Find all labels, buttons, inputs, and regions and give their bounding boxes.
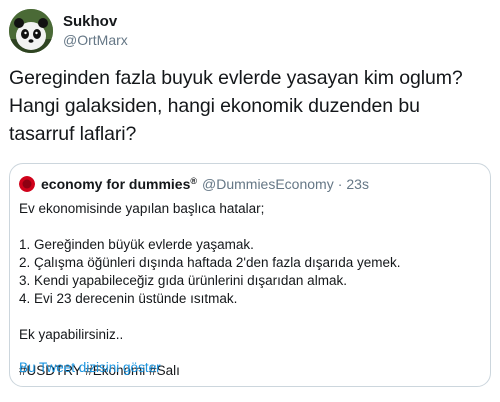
author-handle[interactable]: @OrtMarx [63, 32, 128, 48]
quoted-tweet-header: economy for dummies® @DummiesEconomy · 2… [19, 174, 369, 194]
quoted-author-name: economy for dummies® [41, 176, 197, 192]
quoted-author-name-text: economy for dummies [41, 176, 191, 192]
registered-mark: ® [190, 176, 198, 186]
quoted-tweet[interactable]: economy for dummies® @DummiesEconomy · 2… [9, 163, 491, 387]
quoted-author-handle: @DummiesEconomy [202, 176, 334, 192]
show-thread-link[interactable]: Bu Tweet dizisini göster [19, 360, 161, 375]
separator-dot: · [337, 176, 343, 192]
quoted-author-avatar [19, 176, 35, 192]
tweet-card: Sukhov @OrtMarx Gereginden fazla buyuk e… [0, 0, 500, 402]
author-name[interactable]: Sukhov [63, 13, 117, 30]
red-circle-avatar-icon [19, 176, 35, 192]
tweet-text: Gereginden fazla buyuk evlerde yasayan k… [9, 67, 463, 145]
author-avatar[interactable] [9, 9, 53, 53]
quoted-tweet-text: Ev ekonomisinde yapılan başlıca hatalar;… [19, 201, 401, 378]
quoted-tweet-time: 23s [346, 176, 369, 192]
panda-avatar-icon [9, 9, 53, 53]
